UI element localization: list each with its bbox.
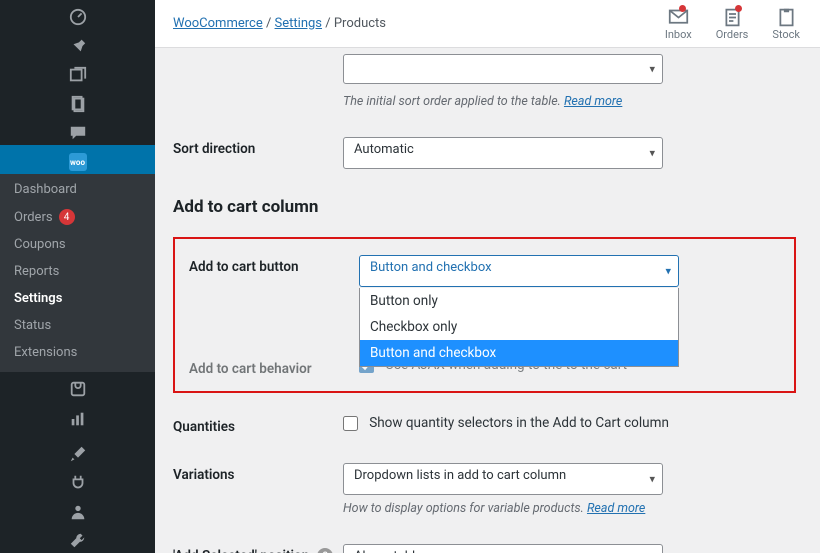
field-label: Add to cart button — [189, 255, 359, 275]
sidebar-item-posts[interactable]: Posts — [0, 29, 155, 58]
read-more-link[interactable]: Read more — [564, 94, 622, 109]
sidebar-item-tools[interactable]: Tools — [0, 524, 155, 553]
breadcrumb-products: Products — [334, 16, 386, 31]
field-description: How to display options for variable prod… — [343, 501, 796, 516]
page-icon — [69, 95, 87, 113]
pin-icon — [69, 37, 87, 55]
submenu-orders[interactable]: Orders 4 — [0, 203, 155, 231]
help-icon[interactable]: ? — [317, 548, 333, 553]
row-atc-button: Add to cart button Button and checkbox ▾… — [189, 255, 780, 287]
settings-content: ▾ The initial sort order applied to the … — [155, 48, 820, 553]
sidebar-item-plugins[interactable]: Plugins 2 — [0, 466, 155, 495]
row-variations: Variations Dropdown lists in add to cart… — [173, 463, 796, 516]
submenu-status[interactable]: Status — [0, 312, 155, 339]
main-area: WooCommerce / Settings / Products Inbox … — [155, 0, 820, 553]
atc-option-button-only[interactable]: Button only — [360, 288, 678, 314]
dashboard-icon — [69, 8, 87, 26]
chart-icon — [69, 410, 87, 428]
read-more-link[interactable]: Read more — [587, 501, 645, 516]
row-add-selected-position: 'Add Selected' position ? Above table ▾ … — [173, 544, 796, 553]
woocommerce-icon: woo — [69, 153, 87, 171]
row-quantities: Quantities Show quantity selectors in th… — [173, 415, 796, 435]
inbox-button[interactable]: Inbox — [665, 7, 692, 41]
quantities-checkbox-wrap[interactable]: Show quantity selectors in the Add to Ca… — [343, 416, 669, 431]
submenu-label: Coupons — [14, 237, 66, 252]
sidebar-item-users[interactable]: Users — [0, 495, 155, 524]
variations-select[interactable]: Dropdown lists in add to cart column — [343, 463, 663, 495]
atc-option-button-checkbox[interactable]: Button and checkbox — [360, 340, 678, 366]
topbar: WooCommerce / Settings / Products Inbox … — [155, 0, 820, 48]
atc-button-select[interactable]: Button and checkbox — [359, 255, 679, 287]
row-sort-direction: Sort direction Automatic ▾ — [173, 137, 796, 169]
icon-label: Inbox — [665, 28, 692, 41]
notification-dot — [679, 5, 686, 12]
comment-icon — [69, 124, 87, 142]
notification-dot — [735, 5, 742, 12]
submenu-dashboard[interactable]: Dashboard — [0, 176, 155, 203]
field-label: Variations — [173, 463, 343, 483]
submenu-label: Status — [14, 318, 51, 333]
icon-label: Stock — [772, 28, 800, 41]
topbar-icons: Inbox Orders Stock — [665, 7, 800, 41]
stock-button[interactable]: Stock — [772, 7, 800, 41]
field-label: Add to cart behavior — [189, 357, 359, 377]
sidebar-item-pages[interactable]: Pages — [0, 87, 155, 116]
submenu-reports[interactable]: Reports — [0, 258, 155, 285]
field-label: 'Add Selected' position ? — [173, 544, 343, 553]
atc-button-dropdown: Button only Checkbox only Button and che… — [359, 288, 679, 367]
woocommerce-submenu: Dashboard Orders 4 Coupons Reports Settin… — [0, 174, 155, 372]
submenu-coupons[interactable]: Coupons — [0, 231, 155, 258]
breadcrumb-woocommerce[interactable]: WooCommerce — [173, 16, 263, 31]
sidebar-item-dashboard[interactable]: Dashboard — [0, 0, 155, 29]
section-title: Add to cart column — [173, 197, 796, 217]
sidebar-item-comments[interactable]: Comments — [0, 116, 155, 145]
sidebar-item-appearance[interactable]: Appearance — [0, 437, 155, 466]
icon-label: Orders — [716, 28, 749, 41]
brush-icon — [69, 445, 87, 463]
sidebar-item-analytics[interactable]: Analytics — [0, 402, 155, 431]
tool-icon — [69, 532, 87, 550]
submenu-label: Settings — [14, 291, 62, 306]
submenu-label: Dashboard — [14, 182, 77, 197]
field-description: The initial sort order applied to the ta… — [343, 94, 796, 109]
media-icon — [69, 66, 87, 84]
field-label: Quantities — [173, 415, 343, 435]
plug-icon — [69, 474, 87, 492]
cart-icon — [69, 380, 87, 398]
user-icon — [69, 503, 87, 521]
quantities-checkbox[interactable] — [343, 416, 358, 431]
sidebar-item-products[interactable]: Products — [0, 372, 155, 401]
submenu-label: Orders — [14, 210, 53, 225]
add-selected-position-select[interactable]: Above table — [343, 544, 663, 553]
atc-option-checkbox-only[interactable]: Checkbox only — [360, 314, 678, 340]
admin-sidebar: Dashboard Posts Media Pages Comments woo… — [0, 0, 155, 553]
field-label — [173, 54, 343, 58]
submenu-label: Extensions — [14, 345, 77, 360]
highlight-box: Add to cart button Button and checkbox ▾… — [173, 237, 796, 393]
initial-sort-select[interactable] — [343, 54, 663, 84]
submenu-settings[interactable]: Settings — [0, 285, 155, 312]
field-label: Sort direction — [173, 137, 343, 157]
stock-icon — [776, 7, 797, 28]
row-initial-sort: ▾ The initial sort order applied to the … — [173, 54, 796, 109]
sidebar-item-woocommerce[interactable]: woo WooCommerce — [0, 145, 155, 174]
sort-direction-select[interactable]: Automatic — [343, 137, 663, 169]
breadcrumb-settings[interactable]: Settings — [275, 16, 322, 31]
orders-badge: 4 — [59, 209, 75, 225]
breadcrumb: WooCommerce / Settings / Products — [173, 16, 386, 31]
submenu-extensions[interactable]: Extensions — [0, 339, 155, 366]
checkbox-label: Show quantity selectors in the Add to Ca… — [369, 415, 669, 431]
sidebar-item-media[interactable]: Media — [0, 58, 155, 87]
submenu-label: Reports — [14, 264, 59, 279]
orders-button[interactable]: Orders — [716, 7, 749, 41]
